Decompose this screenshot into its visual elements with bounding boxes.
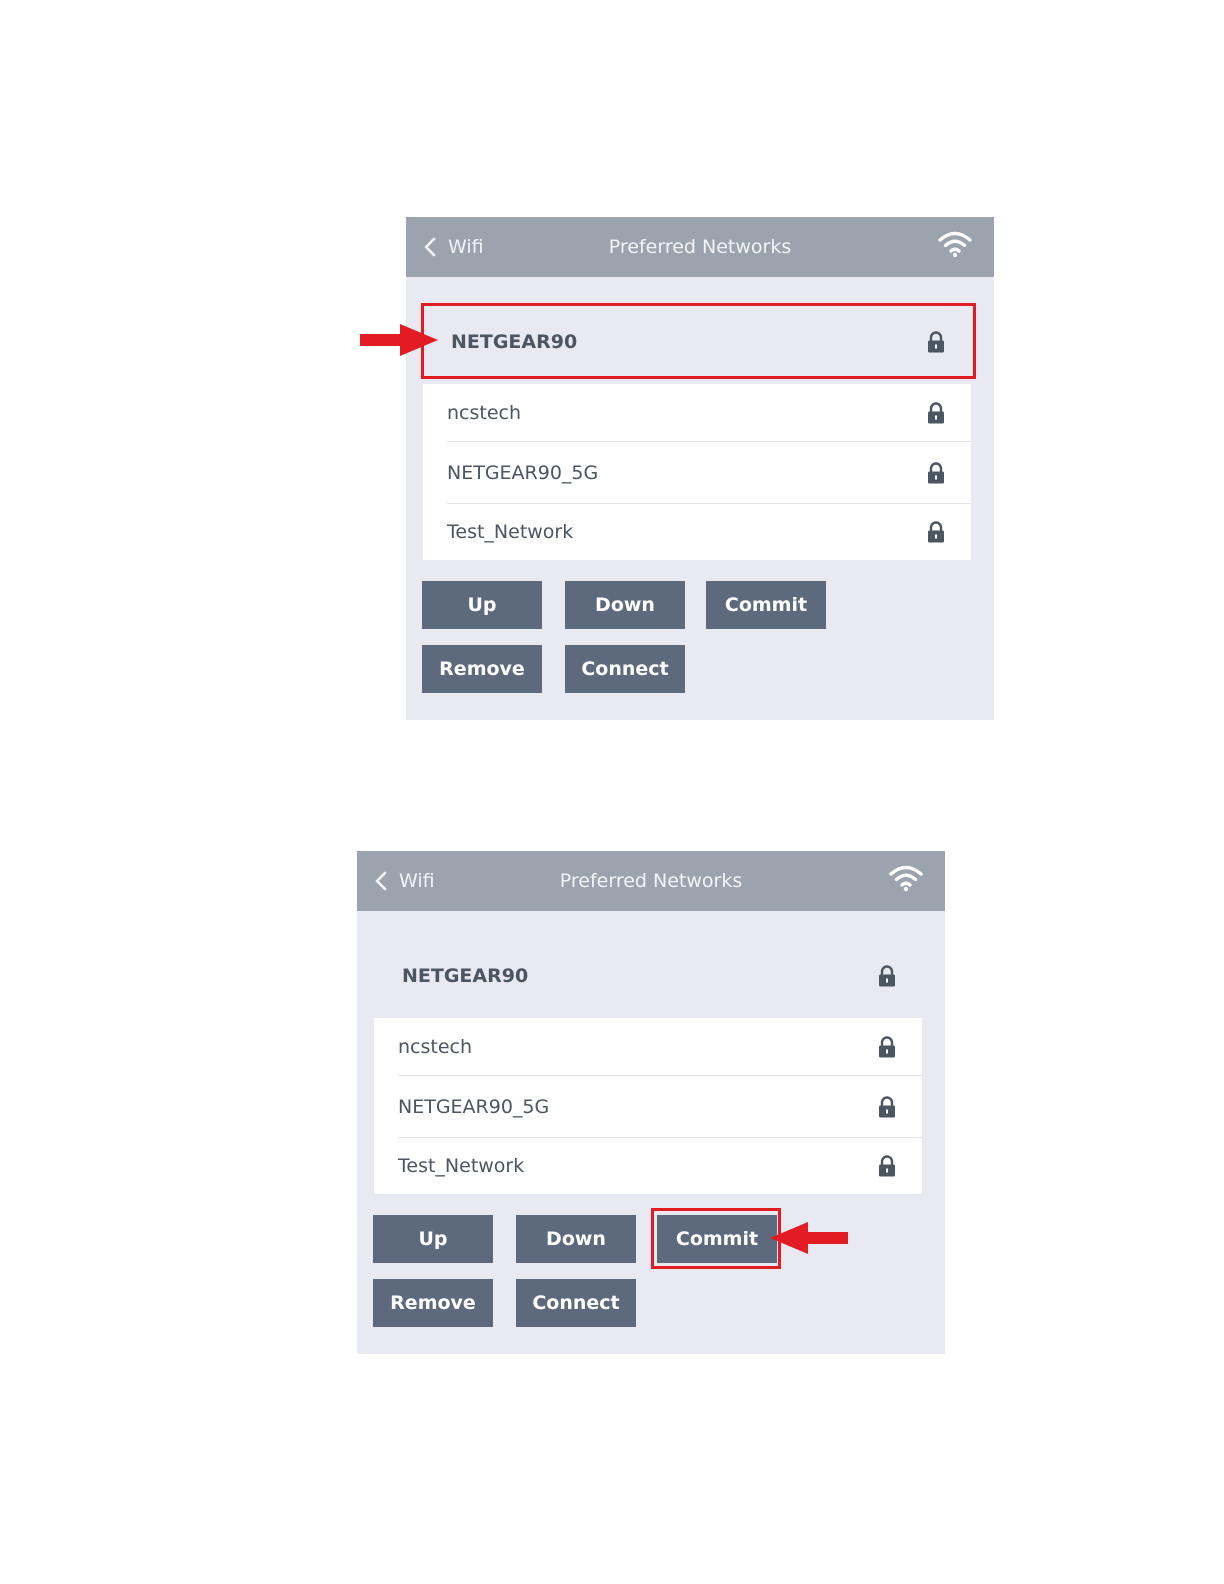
network-name: NETGEAR90 [451, 331, 578, 353]
lock-icon [878, 1155, 896, 1177]
commit-button[interactable]: Commit [657, 1215, 777, 1263]
lock-icon [878, 965, 896, 987]
connect-button[interactable]: Connect [565, 645, 685, 693]
back-label: Wifi [448, 236, 484, 258]
network-name: ncstech [398, 1036, 473, 1058]
remove-button[interactable]: Remove [422, 645, 542, 693]
down-button[interactable]: Down [516, 1215, 636, 1263]
network-item[interactable]: ncstech [423, 384, 971, 442]
lock-icon [878, 1096, 896, 1118]
network-name: Test_Network [447, 521, 574, 543]
back-button[interactable]: Wifi [373, 851, 435, 911]
down-button[interactable]: Down [565, 581, 685, 629]
remove-button[interactable]: Remove [373, 1279, 493, 1327]
lock-icon [878, 1036, 896, 1058]
preferred-networks-screen: Wifi Preferred Networks NETGEAR90 ncstec… [357, 851, 945, 1354]
network-item-selected[interactable]: NETGEAR90 [423, 305, 971, 379]
lock-icon [927, 462, 945, 484]
commit-button[interactable]: Commit [706, 581, 826, 629]
preferred-networks-screen: Wifi Preferred Networks NETGEAR90 ncstec… [406, 217, 994, 720]
network-name: ncstech [447, 402, 522, 424]
up-button[interactable]: Up [373, 1215, 493, 1263]
wifi-icon [889, 864, 923, 892]
top-bar: Wifi Preferred Networks [357, 851, 945, 911]
page-title: Preferred Networks [608, 236, 792, 258]
network-item[interactable]: NETGEAR90_5G [423, 442, 971, 504]
network-item[interactable]: NETGEAR90_5G [374, 1076, 922, 1138]
lock-icon [927, 521, 945, 543]
back-label: Wifi [399, 870, 435, 892]
network-item[interactable]: ncstech [374, 1018, 922, 1076]
network-name: NETGEAR90_5G [398, 1096, 550, 1118]
network-name: Test_Network [398, 1155, 525, 1177]
lock-icon [927, 331, 945, 353]
network-item-selected[interactable]: NETGEAR90 [374, 939, 922, 1013]
network-item[interactable]: Test_Network [374, 1138, 922, 1194]
up-button[interactable]: Up [422, 581, 542, 629]
wifi-icon [938, 230, 972, 258]
connect-button[interactable]: Connect [516, 1279, 636, 1327]
chevron-left-icon [422, 236, 438, 258]
chevron-left-icon [373, 870, 389, 892]
top-bar: Wifi Preferred Networks [406, 217, 994, 277]
page-title: Preferred Networks [559, 870, 743, 892]
network-name: NETGEAR90_5G [447, 462, 599, 484]
back-button[interactable]: Wifi [422, 217, 484, 277]
network-name: NETGEAR90 [402, 965, 529, 987]
network-item[interactable]: Test_Network [423, 504, 971, 560]
lock-icon [927, 402, 945, 424]
